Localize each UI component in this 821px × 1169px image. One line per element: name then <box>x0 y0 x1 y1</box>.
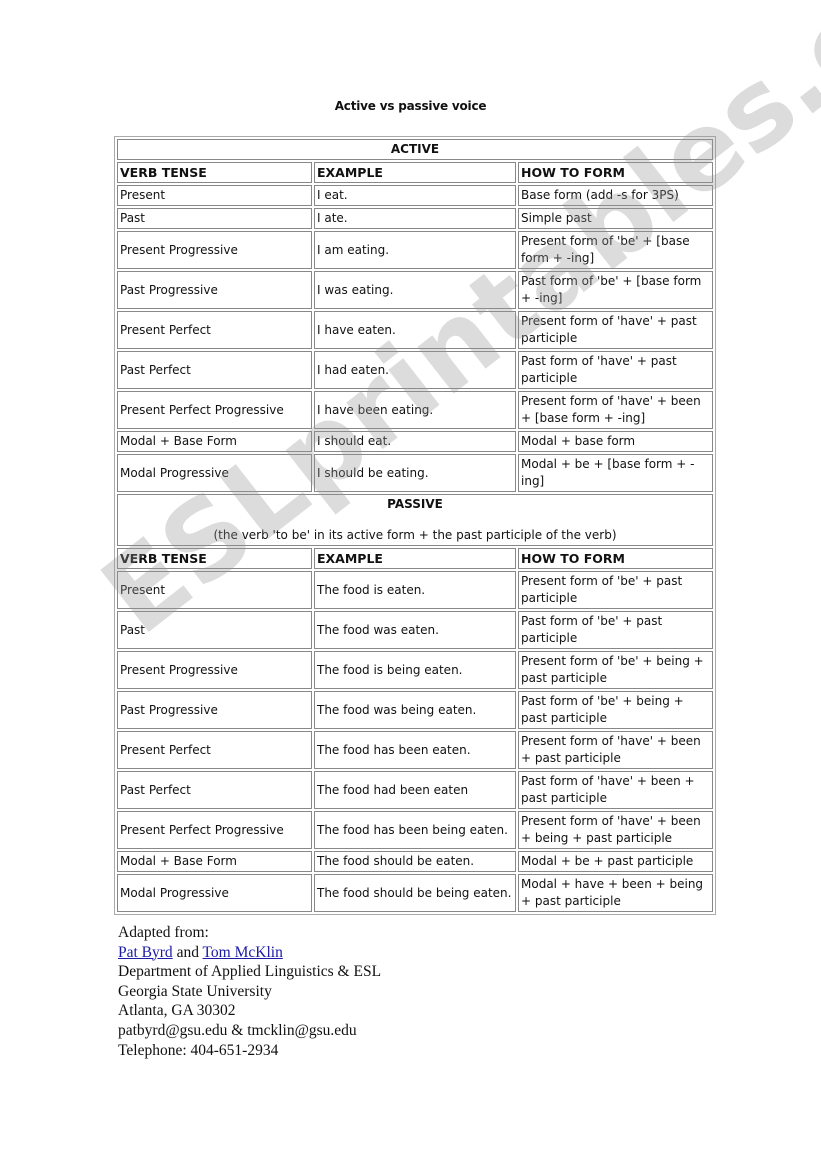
how-to-form-cell: Past form of 'have' + been + past partic… <box>518 771 714 809</box>
example-cell: I ate. <box>314 208 516 229</box>
author-link-tom-mcklin[interactable]: Tom McKlin <box>203 944 283 961</box>
header-how-to-form: HOW TO FORM <box>518 162 714 183</box>
example-cell: I am eating. <box>314 231 516 269</box>
how-to-form-cell: Simple past <box>518 208 714 229</box>
example-cell: The food was being eaten. <box>314 691 516 729</box>
how-to-form-cell: Present form of 'have' + been + past par… <box>518 731 714 769</box>
verb-tense-cell: Present Perfect Progressive <box>117 391 312 429</box>
how-to-form-cell: Present form of 'be' + past participle <box>518 571 714 609</box>
passive-section-row: PASSIVE (the verb 'to be' in its active … <box>117 494 714 546</box>
example-cell: I had eaten. <box>314 351 516 389</box>
header-example: EXAMPLE <box>314 548 516 569</box>
credits: Adapted from: Pat Byrd and Tom McKlin De… <box>118 923 381 1060</box>
how-to-form-cell: Present form of 'be' + being + past part… <box>518 651 714 689</box>
example-cell: I eat. <box>314 185 516 206</box>
page-title: Active vs passive voice <box>334 99 487 113</box>
address: Atlanta, GA 30302 <box>118 1002 236 1020</box>
authors-line: Pat Byrd and Tom McKlin <box>118 943 381 963</box>
active-table-row: Present I eat. Base form (add -s for 3PS) <box>117 185 714 206</box>
passive-header-row: VERB TENSE EXAMPLE HOW TO FORM <box>117 548 714 569</box>
verb-tense-cell: Past Perfect <box>117 771 312 809</box>
verb-tense-cell: Past <box>117 611 312 649</box>
how-to-form-cell: Modal + be + past participle <box>518 851 714 872</box>
how-to-form-cell: Present form of 'be' + [base form + -ing… <box>518 231 714 269</box>
passive-table-row: Present Progressive The food is being eat… <box>117 651 714 689</box>
example-cell: The food was eaten. <box>314 611 516 649</box>
university: Georgia State University <box>118 982 272 1000</box>
verb-tense-cell: Past Progressive <box>117 271 312 309</box>
example-cell: I was eating. <box>314 271 516 309</box>
active-header-row: VERB TENSE EXAMPLE HOW TO FORM <box>117 162 714 183</box>
verb-tense-cell: Modal + Base Form <box>117 851 312 872</box>
and-text: and <box>172 943 203 961</box>
active-table-row: Past Progressive I was eating. Past form o… <box>117 271 714 309</box>
header-example: EXAMPLE <box>314 162 516 183</box>
active-table-row: Present Perfect I have eaten. Present form… <box>117 311 714 349</box>
verb-tense-cell: Modal + Base Form <box>117 431 312 452</box>
how-to-form-cell: Base form (add -s for 3PS) <box>518 185 714 206</box>
example-cell: I have eaten. <box>314 311 516 349</box>
header-verb-tense: VERB TENSE <box>117 162 312 183</box>
verb-tense-cell: Past Progressive <box>117 691 312 729</box>
example-cell: I have been eating. <box>314 391 516 429</box>
example-cell: I should be eating. <box>314 454 516 492</box>
how-to-form-cell: Past form of 'be' + [base form + -ing] <box>518 271 714 309</box>
how-to-form-cell: Present form of 'have' + been + being + … <box>518 811 714 849</box>
verb-tense-cell: Present Progressive <box>117 651 312 689</box>
active-table-row: Present Progressive I am eating. Present f… <box>117 231 714 269</box>
how-to-form-cell: Present form of 'have' + past participle <box>518 311 714 349</box>
how-to-form-cell: Modal + be + [base form + -ing] <box>518 454 714 492</box>
verb-tense-cell: Modal Progressive <box>117 454 312 492</box>
author-link-pat-byrd[interactable]: Pat Byrd <box>118 944 173 961</box>
passive-section-cell: PASSIVE (the verb 'to be' in its active … <box>117 494 714 546</box>
example-cell: The food should be being eaten. <box>314 874 516 912</box>
active-section-row: ACTIVE <box>117 139 714 160</box>
example-cell: The food should be eaten. <box>314 851 516 872</box>
verb-tense-cell: Present Progressive <box>117 231 312 269</box>
emails: patbyrd@gsu.edu & tmcklin@gsu.edu <box>118 1021 357 1039</box>
how-to-form-cell: Past form of 'be' + being + past partici… <box>518 691 714 729</box>
verb-tense-cell: Present Perfect Progressive <box>117 811 312 849</box>
passive-table-row: Past Perfect The food had been eaten Past … <box>117 771 714 809</box>
active-table-row: Present Perfect Progressive I have been e… <box>117 391 714 429</box>
how-to-form-cell: Modal + base form <box>518 431 714 452</box>
active-table-row: Past Perfect I had eaten. Past form of 'ha… <box>117 351 714 389</box>
passive-table-row: Modal Progressive The food should be bein… <box>117 874 714 912</box>
example-cell: I should eat. <box>314 431 516 452</box>
verb-tense-cell: Past <box>117 208 312 229</box>
example-cell: The food is being eaten. <box>314 651 516 689</box>
passive-table-row: Past Progressive The food was being eaten… <box>117 691 714 729</box>
passive-table-row: Present Perfect Progressive The food has … <box>117 811 714 849</box>
active-section-label: ACTIVE <box>117 139 714 160</box>
active-table-row: Modal + Base Form I should eat. Modal + ba… <box>117 431 714 452</box>
voice-table: ACTIVE VERB TENSE EXAMPLE HOW TO FORM Pr… <box>114 136 717 915</box>
verb-tense-cell: Present <box>117 571 312 609</box>
passive-table-row: Present The food is eaten. Present form of… <box>117 571 714 609</box>
passive-table-row: Modal + Base Form The food should be eate… <box>117 851 714 872</box>
verb-tense-cell: Past Perfect <box>117 351 312 389</box>
verb-tense-cell: Modal Progressive <box>117 874 312 912</box>
passive-section-label: PASSIVE <box>387 497 443 511</box>
passive-table-row: Present Perfect The food has been eaten. P… <box>117 731 714 769</box>
verb-tense-cell: Present <box>117 185 312 206</box>
example-cell: The food has been being eaten. <box>314 811 516 849</box>
verb-tense-cell: Present Perfect <box>117 731 312 769</box>
header-verb-tense: VERB TENSE <box>117 548 312 569</box>
telephone: Telephone: 404-651-2934 <box>118 1041 279 1059</box>
how-to-form-cell: Past form of 'be' + past participle <box>518 611 714 649</box>
example-cell: The food is eaten. <box>314 571 516 609</box>
how-to-form-cell: Past form of 'have' + past participle <box>518 351 714 389</box>
how-to-form-cell: Modal + have + been + being + past parti… <box>518 874 714 912</box>
header-how-to-form: HOW TO FORM <box>518 548 714 569</box>
passive-table-row: Past The food was eaten. Past form of 'be'… <box>117 611 714 649</box>
active-table-row: Modal Progressive I should be eating. Moda… <box>117 454 714 492</box>
example-cell: The food has been eaten. <box>314 731 516 769</box>
department: Department of Applied Linguistics & ESL <box>118 963 382 981</box>
adapted-from: Adapted from: <box>118 924 209 941</box>
verb-tense-cell: Present Perfect <box>117 311 312 349</box>
example-cell: The food had been eaten <box>314 771 516 809</box>
how-to-form-cell: Present form of 'have' + been + [base fo… <box>518 391 714 429</box>
active-table-row: Past I ate. Simple past <box>117 208 714 229</box>
passive-note: (the verb 'to be' in its active form + t… <box>213 528 617 542</box>
